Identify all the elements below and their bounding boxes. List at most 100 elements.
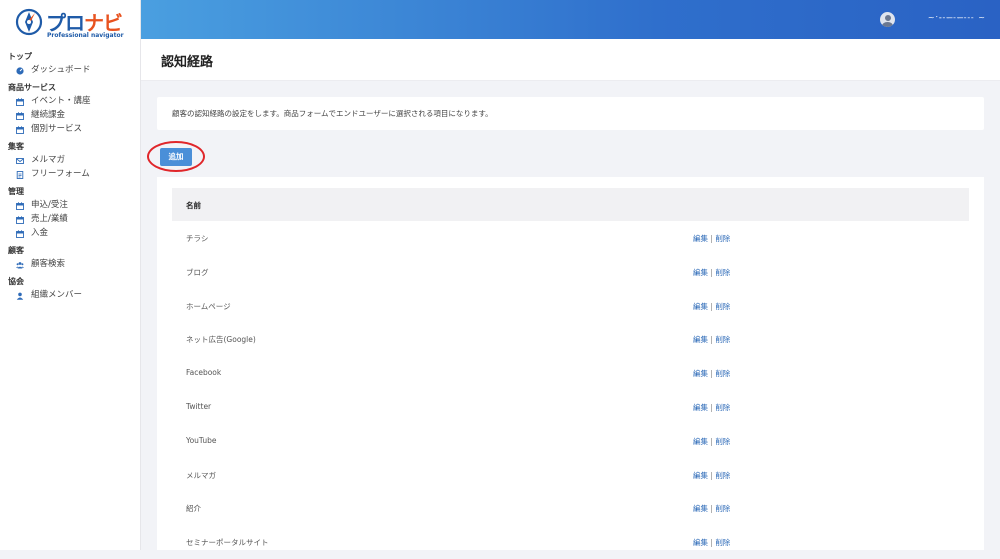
table-card: 名前 チラシ 編集 | 削除 ブログ 編集 | 削除 ホームページ 編集 | 削除 ネット広…	[157, 177, 984, 550]
table-header: 名前	[172, 188, 969, 221]
sidebar-item[interactable]: フリーフォーム	[0, 167, 141, 181]
sidebar-section-title: 顧客	[8, 246, 24, 255]
row-name: 紹介	[186, 504, 201, 514]
table-row: Facebook 編集 | 削除	[172, 356, 969, 390]
action-separator: |	[710, 538, 713, 548]
sidebar-item[interactable]: メルマガ	[0, 153, 141, 167]
edit-link[interactable]: 編集	[693, 437, 708, 446]
row-name: メルマガ	[186, 470, 216, 480]
sidebar-item[interactable]: イベント・講座	[0, 94, 141, 108]
row-actions: 編集 | 削除	[693, 233, 730, 244]
edit-link[interactable]: 編集	[693, 268, 708, 277]
user-name[interactable]: ~ˑ ̵̵ ̵ ̵ ̶ ̵ ̵ ̶ ̵ ̵ ̵ ~	[928, 13, 986, 22]
delete-link[interactable]: 削除	[715, 234, 730, 243]
row-name: ネット広告(Google)	[186, 335, 256, 345]
sidebar-item-label: 個別サービス	[31, 124, 83, 134]
edit-link[interactable]: 編集	[693, 538, 708, 547]
table-row: Twitter 編集 | 削除	[172, 390, 969, 424]
row-actions: 編集 | 削除	[693, 267, 730, 278]
sidebar-item[interactable]: ダッシュボード	[0, 63, 141, 77]
delete-link[interactable]: 削除	[715, 538, 730, 547]
row-name: チラシ	[186, 234, 209, 243]
sidebar-item-label: 申込/受注	[31, 200, 68, 210]
sidebar-section-title: 管理	[8, 187, 24, 196]
row-actions: 編集 | 削除	[693, 470, 730, 481]
delete-link[interactable]: 削除	[715, 471, 730, 480]
sidebar-item-label: イベント・講座	[31, 96, 91, 106]
sidebar-item-label: フリーフォーム	[31, 169, 90, 179]
sidebar-item[interactable]: 入金	[0, 226, 141, 240]
action-separator: |	[710, 369, 713, 379]
delete-link[interactable]: 削除	[715, 302, 730, 311]
sidebar-section-title: 商品サービス	[8, 83, 56, 92]
sidebar-item[interactable]: 組織メンバー	[0, 288, 141, 302]
edit-link[interactable]: 編集	[693, 369, 708, 378]
row-name: セミナーポータルサイト	[186, 538, 269, 548]
action-separator: |	[710, 301, 713, 311]
row-name: YouTube	[186, 435, 217, 445]
sidebar-nav: トップ ダッシュボード 商品サービス イベント・講座 継続課金 個別サービス 集客 メルマガフ…	[0, 46, 141, 302]
edit-link[interactable]: 編集	[693, 302, 708, 311]
row-actions: 編集 | 削除	[693, 537, 730, 548]
compass-logo-icon	[15, 8, 43, 36]
dashboard-icon	[16, 66, 24, 75]
top-header: ~ˑ ̵̵ ̵ ̵ ̶ ̵ ̵ ̶ ̵ ̵ ̵ ~	[141, 0, 1000, 39]
action-separator: |	[710, 436, 713, 446]
add-button[interactable]: 追加	[160, 148, 192, 166]
action-separator: |	[710, 470, 713, 480]
row-actions: 編集 | 削除	[693, 301, 730, 312]
edit-link[interactable]: 編集	[693, 335, 708, 344]
sidebar-item-label: 継続課金	[31, 110, 66, 120]
row-actions: 編集 | 削除	[693, 402, 730, 413]
envelope-icon	[16, 156, 24, 164]
description-box: 顧客の認知経路の設定をします。商品フォームでエンドユーザーに選択される項目になり…	[157, 97, 984, 130]
action-separator: |	[710, 234, 713, 243]
table-row: 紹介 編集 | 削除	[172, 491, 969, 525]
action-separator: |	[710, 403, 713, 412]
delete-link[interactable]: 削除	[715, 403, 730, 412]
row-name: Twitter	[186, 402, 212, 411]
logo[interactable]: プロナビ Professional navigator	[15, 7, 135, 41]
description-text: 顧客の認知経路の設定をします。商品フォームでエンドユーザーに選択される項目になり…	[172, 109, 493, 118]
table-row: メルマガ 編集 | 削除	[172, 458, 969, 492]
table-row: ブログ 編集 | 削除	[172, 255, 969, 289]
delete-link[interactable]: 削除	[715, 504, 730, 513]
page-title-bar: 認知経路	[141, 39, 1000, 81]
delete-link[interactable]: 削除	[715, 335, 730, 344]
row-name: Facebook	[186, 368, 222, 378]
sidebar-item[interactable]: 売上/業績	[0, 212, 141, 226]
column-header-name: 名前	[186, 201, 201, 210]
action-separator: |	[710, 335, 713, 345]
sidebar-item[interactable]: 個別サービス	[0, 122, 141, 136]
edit-link[interactable]: 編集	[693, 471, 708, 480]
avatar-icon[interactable]	[880, 12, 895, 27]
calendar-icon	[16, 97, 24, 106]
delete-link[interactable]: 削除	[715, 268, 730, 277]
sidebar-item[interactable]: 申込/受注	[0, 198, 141, 212]
row-actions: 編集 | 削除	[693, 334, 730, 345]
edit-link[interactable]: 編集	[693, 234, 708, 243]
delete-link[interactable]: 削除	[715, 369, 730, 378]
sidebar-section-title: 協会	[8, 277, 24, 286]
sidebar-item[interactable]: 顧客検索	[0, 257, 141, 271]
sidebar-item-label: ダッシュボード	[31, 65, 91, 75]
row-name: ホームページ	[186, 301, 231, 311]
calendar-icon	[16, 229, 24, 238]
sidebar-item-label: 売上/業績	[31, 214, 68, 224]
users-icon	[16, 260, 24, 269]
logo-tagline: Professional navigator	[47, 32, 124, 39]
sidebar-item-label: メルマガ	[31, 155, 66, 165]
delete-link[interactable]: 削除	[715, 437, 730, 446]
sidebar-item[interactable]: 継続課金	[0, 108, 141, 122]
table-row: YouTube 編集 | 削除	[172, 424, 969, 458]
sidebar-item-label: 入金	[31, 228, 49, 238]
calendar-icon	[16, 215, 24, 224]
row-actions: 編集 | 削除	[693, 436, 730, 447]
user-icon	[16, 291, 24, 300]
edit-link[interactable]: 編集	[693, 504, 708, 513]
edit-link[interactable]: 編集	[693, 403, 708, 412]
sidebar-item-label: 組織メンバー	[31, 290, 83, 300]
row-actions: 編集 | 削除	[693, 503, 730, 514]
sidebar-section-title: トップ	[8, 52, 32, 61]
document-icon	[16, 170, 24, 179]
